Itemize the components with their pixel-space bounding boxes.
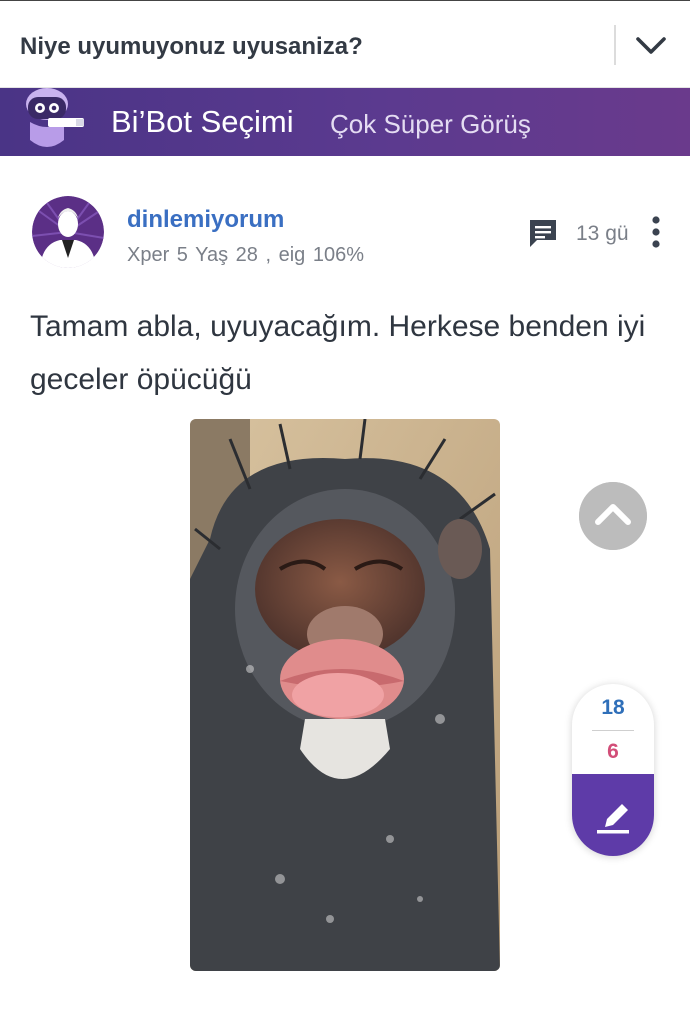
banner-tagline: Çok Süper Görüş xyxy=(330,109,531,139)
pencil-icon xyxy=(597,804,629,834)
vote-widget: 18 6 xyxy=(572,684,654,856)
upvote-count[interactable]: 18 xyxy=(572,696,654,720)
author-username[interactable]: dinlemiyorum xyxy=(127,206,284,234)
vote-separator xyxy=(592,730,634,731)
author-meta: Xper 5 Yaş 28 , eig 106% xyxy=(127,244,364,266)
bibot-banner[interactable]: Bi’Bot Seçimi Çok Süper Görüş xyxy=(0,88,690,156)
question-header: Niye uyumuyonuz uyusaniza? xyxy=(0,0,690,88)
post-image[interactable] xyxy=(190,419,500,971)
header-divider xyxy=(614,25,616,65)
scroll-to-top-button[interactable] xyxy=(579,482,647,550)
write-reply-button[interactable] xyxy=(572,774,654,856)
question-title: Niye uyumuyonuz uyusaniza? xyxy=(20,33,363,60)
post-text: Tamam abla, uyuyacağım. Herkese benden i… xyxy=(30,310,646,396)
downvote-count[interactable]: 6 xyxy=(572,740,654,764)
avatar[interactable] xyxy=(32,196,104,268)
robot-mascot-icon xyxy=(26,88,84,147)
comment-icon[interactable] xyxy=(527,217,559,249)
more-options-icon[interactable] xyxy=(644,214,668,250)
banner-title: Bi’Bot Seçimi xyxy=(111,104,294,139)
chevron-down-icon[interactable] xyxy=(634,31,668,59)
post-age: 13 gü xyxy=(576,222,629,245)
